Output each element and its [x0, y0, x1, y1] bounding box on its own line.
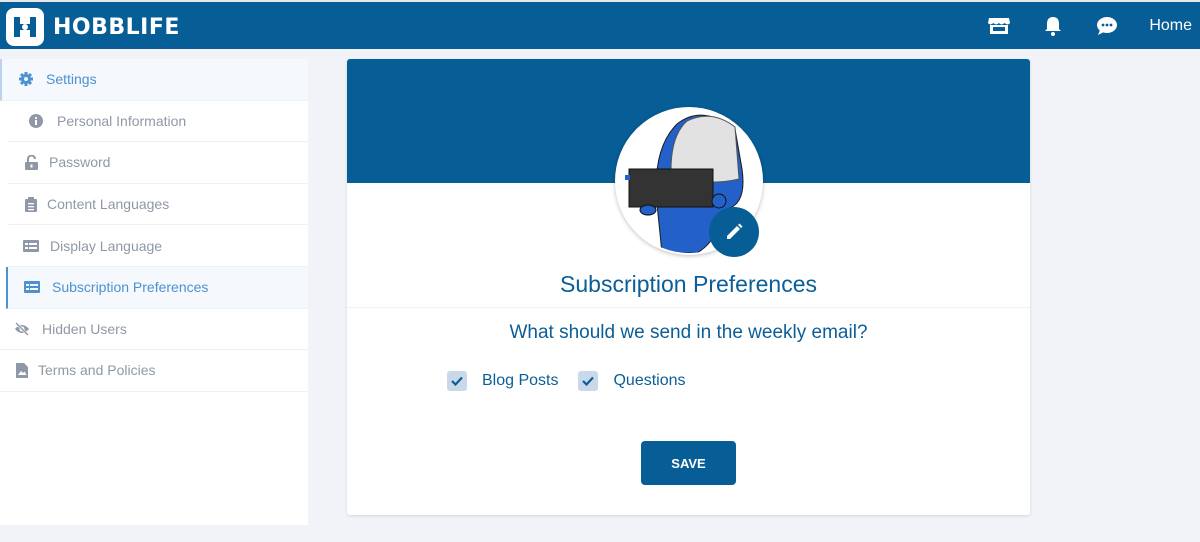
sidebar-item-hidden-users[interactable]: Hidden Users: [0, 309, 308, 351]
option-label: Questions: [613, 372, 686, 389]
email-content-options: Blog Posts Questions: [447, 371, 706, 391]
logo-mark-icon: [6, 8, 44, 46]
sidebar-item-settings[interactable]: Settings: [0, 59, 308, 101]
unlock-icon: [23, 154, 39, 170]
blog-posts-checkbox[interactable]: [447, 371, 467, 391]
option-questions[interactable]: Questions: [578, 371, 686, 391]
sidebar-item-label: Password: [49, 154, 111, 171]
chat-icon[interactable]: [1095, 14, 1119, 38]
list-card-icon: [23, 238, 39, 254]
clipboard-icon: [23, 196, 39, 212]
weekly-email-question: What should we send in the weekly email?: [509, 322, 868, 343]
brand-name: HOBBLIFE: [53, 14, 180, 40]
eye-slash-icon: [14, 321, 30, 337]
gear-icon: [18, 71, 34, 87]
sidebar-item-display-language[interactable]: Display Language: [8, 225, 308, 267]
settings-sidebar: Settings Personal Information Password C…: [0, 59, 308, 525]
option-label: Blog Posts: [482, 372, 559, 389]
sidebar-item-content-languages[interactable]: Content Languages: [8, 184, 308, 226]
store-icon[interactable]: [987, 14, 1011, 38]
list-card-icon: [24, 279, 40, 295]
sidebar-item-password[interactable]: Password: [8, 142, 308, 184]
subscription-preferences-card: Subscription Preferences What should we …: [347, 59, 1030, 515]
top-navbar: HOBBLIFE Home: [0, 0, 1200, 49]
option-blog-posts[interactable]: Blog Posts: [447, 371, 558, 391]
document-icon: [14, 362, 30, 378]
edit-avatar-button[interactable]: [709, 207, 759, 257]
save-button[interactable]: SAVE: [641, 441, 736, 485]
checkmark-icon: [451, 376, 463, 386]
sidebar-item-personal-information[interactable]: Personal Information: [8, 101, 308, 143]
sidebar-item-label: Personal Information: [57, 112, 187, 129]
info-icon: [28, 113, 44, 129]
sidebar-item-label: Display Language: [50, 237, 163, 254]
pencil-icon: [727, 223, 743, 239]
sidebar-item-label: Content Languages: [47, 196, 170, 213]
bell-icon[interactable]: [1041, 14, 1065, 38]
sidebar-item-subscription-preferences[interactable]: Subscription Preferences: [6, 266, 308, 309]
checkmark-icon: [582, 376, 595, 386]
sidebar-item-terms-and-policies[interactable]: Terms and Policies: [0, 350, 308, 392]
sidebar-item-label: Settings: [46, 71, 97, 88]
divider: [347, 307, 1030, 308]
questions-checkbox[interactable]: [578, 371, 599, 391]
logo[interactable]: HOBBLIFE: [6, 8, 180, 46]
sidebar-item-label: Hidden Users: [42, 320, 127, 337]
page-title: Subscription Preferences: [560, 271, 817, 297]
sidebar-item-label: Terms and Policies: [38, 362, 156, 379]
home-link[interactable]: Home: [1149, 17, 1192, 35]
sidebar-item-label: Subscription Preferences: [52, 279, 209, 296]
